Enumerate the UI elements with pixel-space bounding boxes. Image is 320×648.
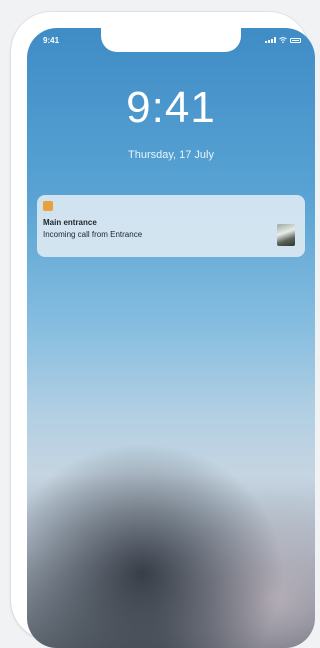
notification-title: Main entrance [43,218,97,227]
lock-clock: 9:41 [126,83,216,132]
notification-body: Incoming call from Entrance [43,230,143,239]
lock-date: Thursday, 17 July [127,149,214,161]
status-icons [265,37,301,43]
battery-icon [290,37,301,43]
signal-icon [265,37,276,43]
phone-frame: 9:41 9:41 Thursday, 17 July Main entranc… [11,12,315,648]
notch [101,28,241,52]
notification-card[interactable]: Main entrance Incoming call from Entranc… [37,195,305,257]
lock-screen: 9:41 9:41 Thursday, 17 July Main entranc… [27,28,315,648]
app-icon [43,201,53,211]
wifi-icon [279,37,287,43]
status-bar-time: 9:41 [43,36,60,45]
notification-thumbnail [277,224,295,246]
